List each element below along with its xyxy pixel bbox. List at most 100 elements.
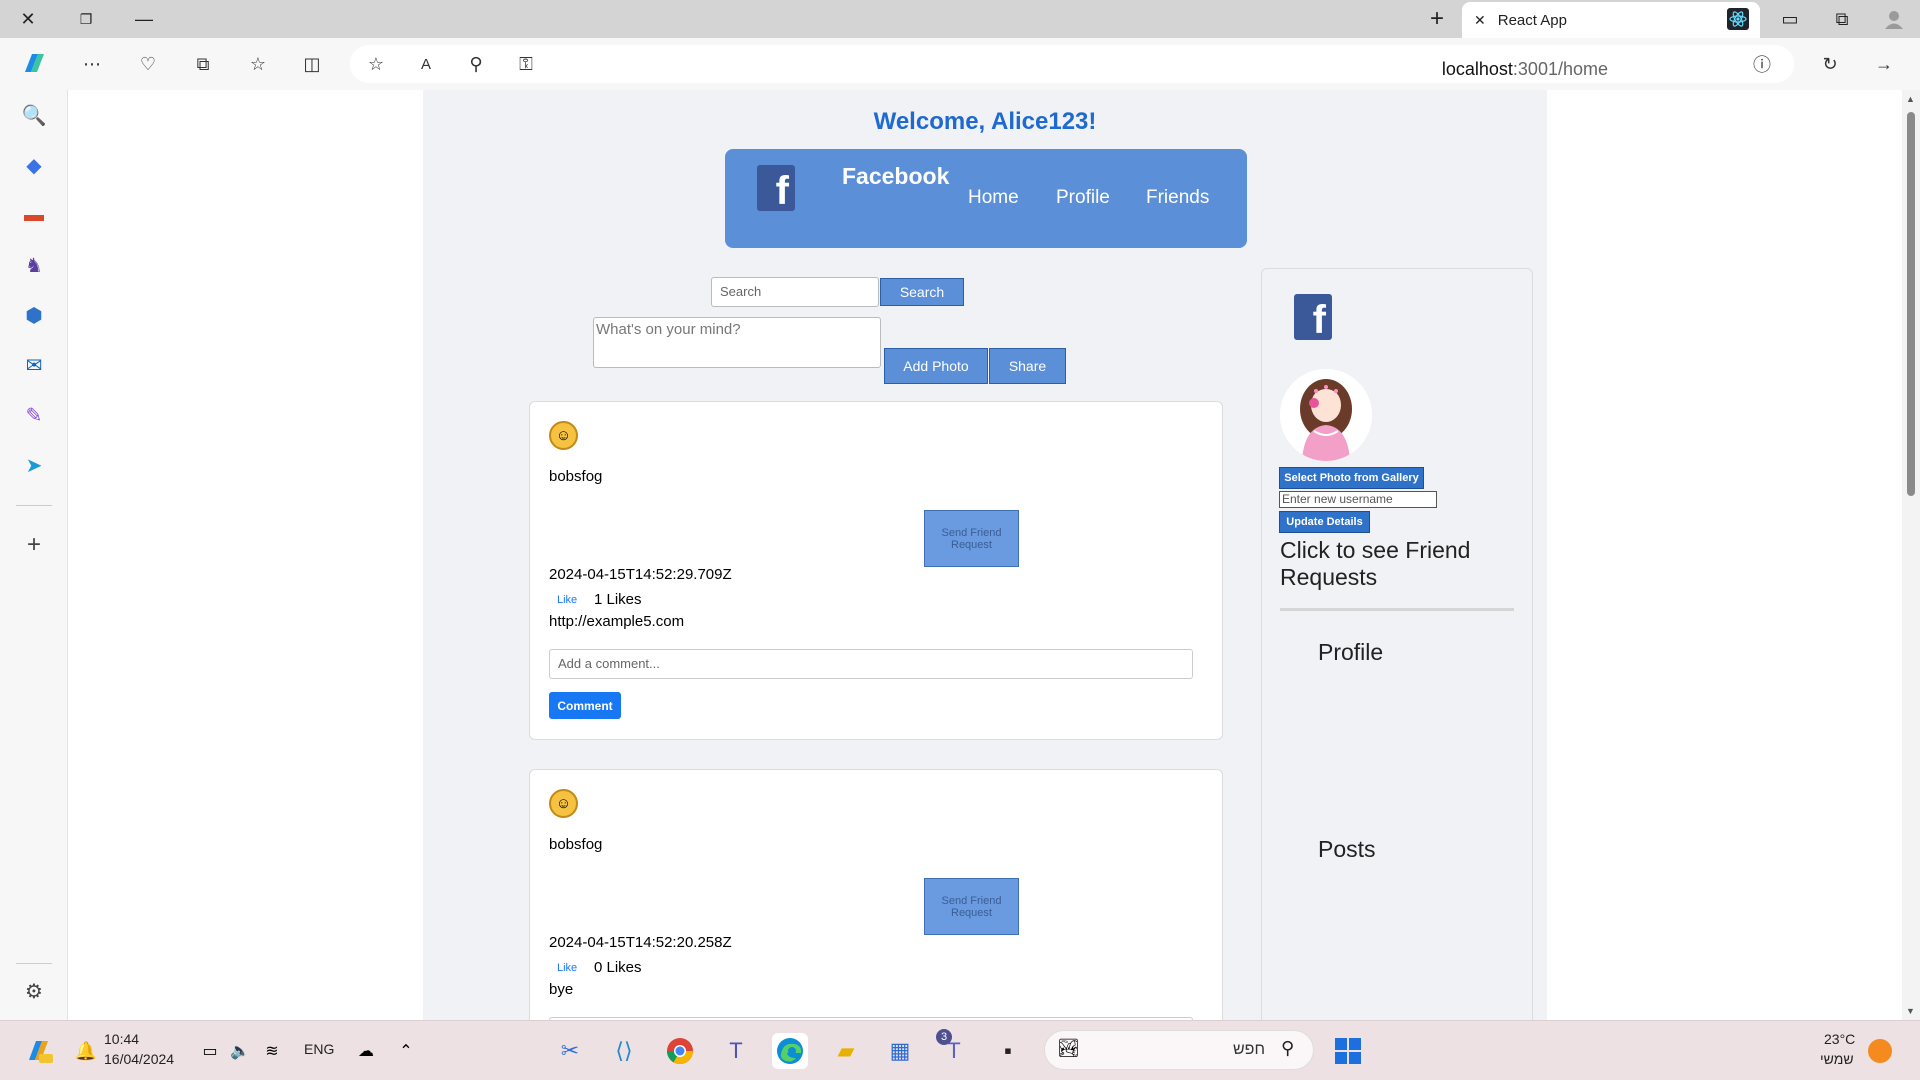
sidebar-posts-heading[interactable]: Posts: [1318, 836, 1376, 863]
comment-input[interactable]: Add a comment...: [549, 649, 1193, 679]
file-explorer-icon[interactable]: ▰: [828, 1033, 864, 1069]
scroll-thumb[interactable]: [1907, 112, 1915, 496]
shopping-tag-icon[interactable]: ◆: [17, 148, 51, 182]
chrome-icon[interactable]: [662, 1033, 698, 1069]
sidebar-profile-heading[interactable]: Profile: [1318, 639, 1383, 666]
friend-requests-link[interactable]: Click to see Friend Requests: [1280, 537, 1500, 591]
add-photo-button[interactable]: Add Photo: [884, 348, 988, 384]
refresh-icon[interactable]: ↻: [1812, 46, 1848, 82]
clock-time[interactable]: 10:44: [104, 1031, 139, 1047]
volume-icon[interactable]: 🔈: [222, 1033, 258, 1069]
top-navbar: f Facebook Home Profile Friends: [725, 149, 1247, 248]
snipping-tool-icon[interactable]: ✂: [552, 1033, 588, 1069]
edge-icon[interactable]: [772, 1033, 808, 1069]
browser-essentials-icon[interactable]: ♡: [130, 46, 166, 82]
copilot-icon[interactable]: [16, 46, 52, 82]
update-details-button[interactable]: Update Details: [1279, 511, 1370, 533]
weather-description[interactable]: שמשי: [1820, 1051, 1854, 1067]
nav-link-profile[interactable]: Profile: [1056, 187, 1110, 209]
close-tab-icon[interactable]: ✕: [1474, 12, 1486, 29]
games-icon[interactable]: ♞: [17, 248, 51, 282]
taskbar-search-box[interactable]: 🏞 חפש ⚲: [1044, 1030, 1314, 1070]
new-username-input[interactable]: Enter new username: [1279, 491, 1437, 508]
key-icon[interactable]: ⚿: [508, 46, 544, 82]
site-info-icon[interactable]: ⓘ: [1744, 46, 1780, 82]
favorites-list-icon[interactable]: ☆: [240, 46, 276, 82]
sidebar-divider: [1280, 608, 1514, 611]
toolbox-icon[interactable]: ▬: [17, 198, 51, 232]
select-photo-button[interactable]: Select Photo from Gallery: [1279, 467, 1424, 489]
sidebar-divider: [16, 505, 52, 506]
notification-icon[interactable]: 🔔: [68, 1033, 104, 1069]
nav-link-friends[interactable]: Friends: [1146, 187, 1209, 209]
sidebar-divider-bottom: [16, 963, 52, 964]
taskbar-search-text: חפש: [1233, 1041, 1265, 1058]
comment-button[interactable]: Comment: [549, 692, 621, 719]
edge-sidebar: 🔍 ◆ ▬ ♞ ⬢ ✉ ✎ ➤ + ⚙: [0, 90, 68, 1020]
search-input[interactable]: Search: [711, 277, 879, 307]
outlook-icon[interactable]: ✉: [17, 348, 51, 382]
wifi-icon[interactable]: ≋: [254, 1033, 290, 1069]
restore-window-icon[interactable]: ❐: [64, 0, 108, 38]
send-friend-request-button[interactable]: Send Friend Request: [924, 878, 1019, 935]
copilot-preview-icon[interactable]: [20, 1033, 56, 1069]
nav-link-home[interactable]: Home: [968, 187, 1019, 209]
post-content: bye: [549, 981, 574, 998]
post-username[interactable]: bobsfog: [549, 468, 602, 485]
url-text[interactable]: localhost:3001/home: [1442, 59, 1608, 80]
post-avatar: ☺: [549, 789, 578, 818]
sun-icon[interactable]: [1868, 1039, 1892, 1063]
collections-icon[interactable]: ⧉: [185, 46, 221, 82]
windows-start-icon[interactable]: [1330, 1033, 1366, 1069]
page-scrollbar[interactable]: ▲ ▼: [1902, 90, 1920, 1020]
browser-toolbar: ⋯ ♡ ⧉ ☆ ◫ ☆ A ⚲ ⚿ localhost:3001/home ⓘ …: [0, 38, 1920, 90]
user-account-icon[interactable]: [1872, 0, 1916, 38]
tab-actions-icon[interactable]: ⧉: [1820, 0, 1864, 38]
forward-icon[interactable]: →: [1866, 46, 1902, 82]
post-composer-input[interactable]: What's on your mind?: [593, 317, 881, 368]
show-hidden-icons-chevron-up-icon[interactable]: ⌃: [388, 1033, 424, 1069]
search-highlight-icon: 🏞: [1057, 1038, 1080, 1058]
profile-avatar[interactable]: [1280, 369, 1372, 461]
terminal-icon[interactable]: ▪: [990, 1033, 1026, 1069]
clock-date[interactable]: 16/04/2024: [104, 1051, 174, 1067]
teams-new-icon[interactable]: T: [718, 1033, 754, 1069]
microsoft-store-icon[interactable]: ▦: [882, 1033, 918, 1069]
new-tab-icon[interactable]: +: [1415, 0, 1459, 38]
split-screen-icon[interactable]: ▭: [1768, 0, 1812, 38]
language-indicator[interactable]: ENG: [304, 1041, 334, 1057]
search-icon: ⚲: [1281, 1038, 1295, 1058]
more-options-icon[interactable]: ⋯: [74, 46, 110, 82]
settings-gear-icon[interactable]: ⚙: [17, 974, 51, 1008]
telegram-icon[interactable]: ➤: [17, 448, 51, 482]
zoom-icon[interactable]: ⚲: [458, 46, 494, 82]
share-button[interactable]: Share: [989, 348, 1066, 384]
react-devtools-icon[interactable]: [1716, 0, 1760, 38]
like-button[interactable]: Like: [557, 594, 577, 606]
address-bar[interactable]: ☆ A ⚲ ⚿ localhost:3001/home ⓘ: [350, 45, 1794, 83]
send-friend-request-button[interactable]: Send Friend Request: [924, 510, 1019, 567]
weather-temp[interactable]: 23°C: [1824, 1031, 1855, 1047]
scroll-up-icon[interactable]: ▲: [1906, 94, 1915, 104]
split-view-icon[interactable]: ◫: [294, 46, 330, 82]
minimize-window-icon[interactable]: —: [122, 0, 166, 38]
vscode-icon[interactable]: ⟨⟩: [606, 1033, 642, 1069]
post-card: ☺ bobsfog Send Friend Request 2024-04-15…: [529, 401, 1223, 740]
search-icon[interactable]: 🔍: [17, 98, 51, 132]
nav-brand[interactable]: Facebook: [842, 163, 949, 190]
search-button[interactable]: Search: [880, 278, 964, 306]
post-timestamp: 2024-04-15T14:52:29.709Z: [549, 566, 732, 583]
browser-title-bar: ✕ ❐ — + ✕ React App ▭ ⧉: [0, 0, 1920, 38]
designer-icon[interactable]: ✎: [17, 398, 51, 432]
onedrive-error-icon[interactable]: ☁: [348, 1033, 384, 1069]
scroll-down-icon[interactable]: ▼: [1906, 1006, 1915, 1016]
add-app-icon[interactable]: +: [17, 528, 51, 562]
likes-count: 0 Likes: [594, 959, 642, 976]
close-window-icon[interactable]: ✕: [6, 0, 50, 38]
post-username[interactable]: bobsfog: [549, 836, 602, 853]
add-favorite-icon[interactable]: ☆: [358, 46, 394, 82]
like-button[interactable]: Like: [557, 962, 577, 974]
microsoft365-icon[interactable]: ⬢: [17, 298, 51, 332]
read-aloud-icon[interactable]: A: [408, 46, 444, 82]
post-card: ☺ bobsfog Send Friend Request 2024-04-15…: [529, 769, 1223, 1020]
